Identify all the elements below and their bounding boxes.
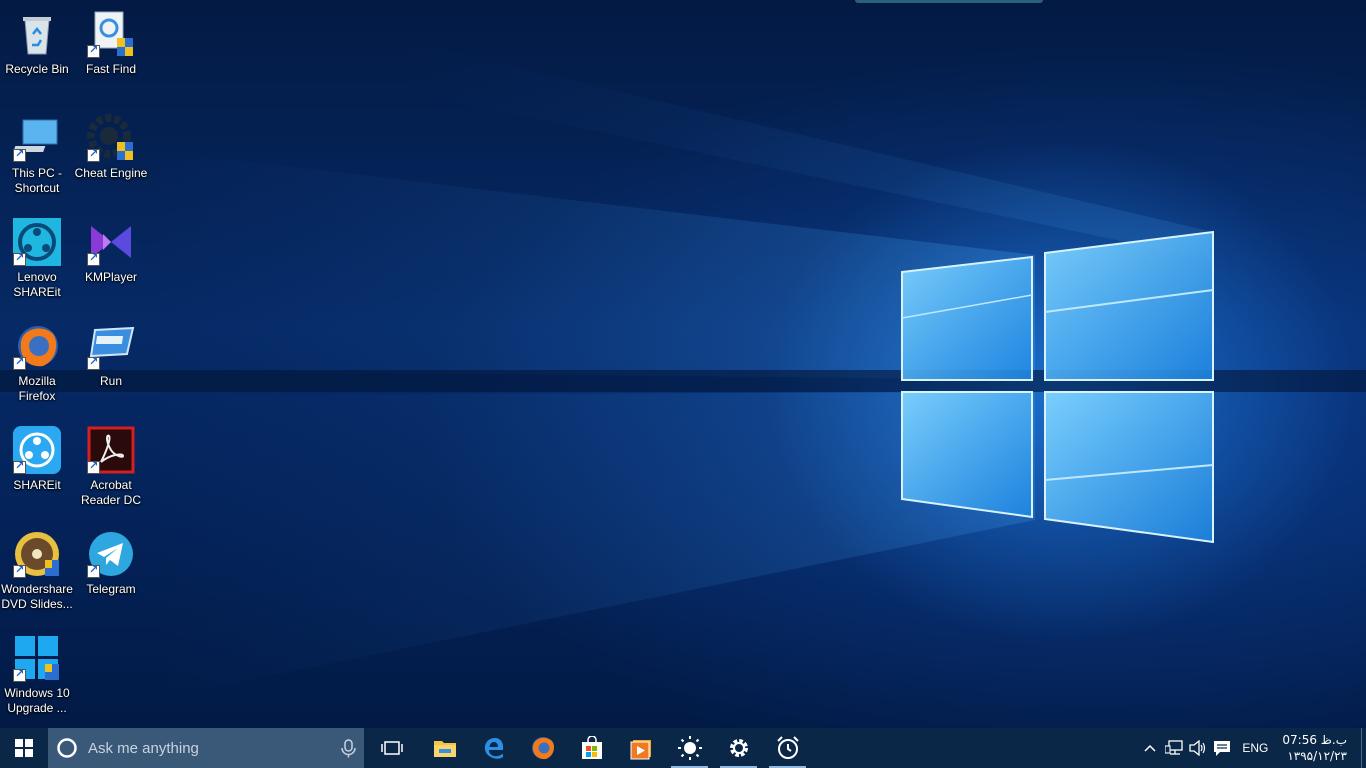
desktop[interactable]: Recycle Bin This PC - Shortcut Lenovo SH… xyxy=(0,0,1366,728)
desktop-icon-label: Windows 10 Upgrade ... xyxy=(4,686,70,715)
taskbar-media-player[interactable] xyxy=(616,728,665,768)
desktop-icon-windows-10-upgrade[interactable]: Windows 10 Upgrade ... xyxy=(0,628,74,728)
chevron-up-icon xyxy=(1144,744,1156,752)
edge-icon xyxy=(484,738,503,759)
desktop-icon-label: Lenovo SHAREit xyxy=(13,270,61,299)
desktop-icon-label: Wondershare DVD Slides... xyxy=(1,582,73,611)
shortcut-arrow-icon xyxy=(87,251,100,266)
sun-icon xyxy=(677,736,702,760)
kmplayer-icon xyxy=(87,218,135,266)
desktop-icon-mozilla-firefox[interactable]: Mozilla Firefox xyxy=(0,316,74,416)
taskbar-settings[interactable] xyxy=(714,728,763,768)
clock[interactable]: 07:56 ب.ظ ۱۳۹۵/۱۲/۲۳ xyxy=(1276,732,1361,764)
desktop-icon-cheat-engine[interactable]: Cheat Engine xyxy=(74,108,148,208)
taskbar-brightness[interactable] xyxy=(665,728,714,768)
windows-logo-icon xyxy=(15,739,33,757)
shortcut-arrow-icon xyxy=(13,459,26,474)
desktop-icon-label: Mozilla Firefox xyxy=(18,374,56,403)
cortana-search-box[interactable]: Ask me anything xyxy=(48,728,364,768)
desktop-icon-label: Recycle Bin xyxy=(5,62,69,76)
taskbar-edge[interactable] xyxy=(469,728,518,768)
shortcut-arrow-icon xyxy=(87,355,100,370)
desktop-icon-lenovo-shareit[interactable]: Lenovo SHAREit xyxy=(0,212,74,312)
taskbar-file-explorer[interactable] xyxy=(420,728,469,768)
desktop-icon-label: Acrobat Reader DC xyxy=(80,478,142,507)
speaker-icon xyxy=(1189,740,1206,756)
taskbar: Ask me anything ENG 07:56 ب.ظ ۱۳۹۵/۱۲/۲۳ xyxy=(0,728,1366,768)
gear-icon xyxy=(729,739,748,757)
task-view-icon xyxy=(381,741,403,755)
volume-button[interactable] xyxy=(1186,728,1210,768)
desktop-icon-shareit[interactable]: SHAREit xyxy=(0,420,74,520)
shortcut-arrow-icon xyxy=(87,459,100,474)
telegram-icon xyxy=(87,530,135,578)
desktop-icon-label: KMPlayer xyxy=(84,270,137,284)
firefox-icon xyxy=(531,737,554,760)
input-language-indicator[interactable]: ENG xyxy=(1234,741,1276,755)
this-pc-icon xyxy=(13,114,61,162)
fast-find-icon xyxy=(87,10,135,58)
shortcut-arrow-icon xyxy=(87,43,100,58)
recycle-bin-icon xyxy=(13,10,61,58)
cortana-circle-icon xyxy=(57,738,77,758)
acrobat-reader-icon xyxy=(87,426,135,474)
shortcut-arrow-icon xyxy=(13,667,26,682)
start-button[interactable] xyxy=(0,728,48,768)
shortcut-arrow-icon xyxy=(13,251,26,266)
system-tray: ENG 07:56 ب.ظ ۱۳۹۵/۱۲/۲۳ xyxy=(1138,728,1366,768)
media-player-icon xyxy=(630,740,651,760)
search-placeholder: Ask me anything xyxy=(88,739,199,757)
windows-logo-wallpaper xyxy=(0,40,1366,700)
show-hidden-icons-button[interactable] xyxy=(1138,728,1162,768)
hidden-window-edge xyxy=(855,0,1043,3)
taskbar-store[interactable] xyxy=(567,728,616,768)
run-icon xyxy=(87,322,135,370)
taskbar-alarms[interactable] xyxy=(763,728,812,768)
clock-date: ۱۳۹۵/۱۲/۲۳ xyxy=(1287,749,1347,763)
desktop-icon-acrobat-reader[interactable]: Acrobat Reader DC xyxy=(74,420,148,520)
desktop-icon-label: SHAREit xyxy=(13,478,61,492)
shortcut-arrow-icon xyxy=(87,563,100,578)
desktop-icon-run[interactable]: Run xyxy=(74,316,148,416)
desktop-icon-label: Run xyxy=(99,374,122,388)
folder-icon xyxy=(433,741,456,757)
desktop-icon-this-pc[interactable]: This PC - Shortcut xyxy=(0,108,74,208)
shareit-icon xyxy=(13,426,61,474)
cheat-engine-icon xyxy=(87,114,135,162)
action-center-button[interactable] xyxy=(1210,728,1234,768)
windows-10-upgrade-icon xyxy=(13,634,61,682)
shortcut-arrow-icon xyxy=(87,147,100,162)
desktop-icon-kmplayer[interactable]: KMPlayer xyxy=(74,212,148,312)
taskbar-firefox[interactable] xyxy=(518,728,567,768)
desktop-icon-wondershare-dvd[interactable]: Wondershare DVD Slides... xyxy=(0,524,74,624)
shortcut-arrow-icon xyxy=(13,563,26,578)
desktop-icon-recycle-bin[interactable]: Recycle Bin xyxy=(0,4,74,104)
desktop-icon-label: Cheat Engine xyxy=(74,166,148,180)
desktop-icon-label: Telegram xyxy=(86,582,136,596)
desktop-icon-label: Fast Find xyxy=(85,62,136,76)
store-icon xyxy=(581,736,602,759)
alarm-clock-icon xyxy=(776,736,799,759)
clock-time: 07:56 ب.ظ xyxy=(1282,733,1347,747)
action-center-icon xyxy=(1214,741,1231,756)
desktop-icon-label: This PC - Shortcut xyxy=(11,166,62,195)
microphone-icon[interactable] xyxy=(334,738,364,758)
network-button[interactable] xyxy=(1162,728,1186,768)
show-desktop-button[interactable] xyxy=(1361,728,1366,768)
wondershare-dvd-icon xyxy=(13,530,61,578)
task-view-button[interactable] xyxy=(364,728,420,768)
shortcut-arrow-icon xyxy=(13,147,26,162)
desktop-icon-telegram[interactable]: Telegram xyxy=(74,524,148,624)
firefox-icon xyxy=(13,322,61,370)
shortcut-arrow-icon xyxy=(13,355,26,370)
network-icon xyxy=(1165,740,1184,755)
desktop-icon-fast-find[interactable]: Fast Find xyxy=(74,4,148,104)
lenovo-shareit-icon xyxy=(13,218,61,266)
